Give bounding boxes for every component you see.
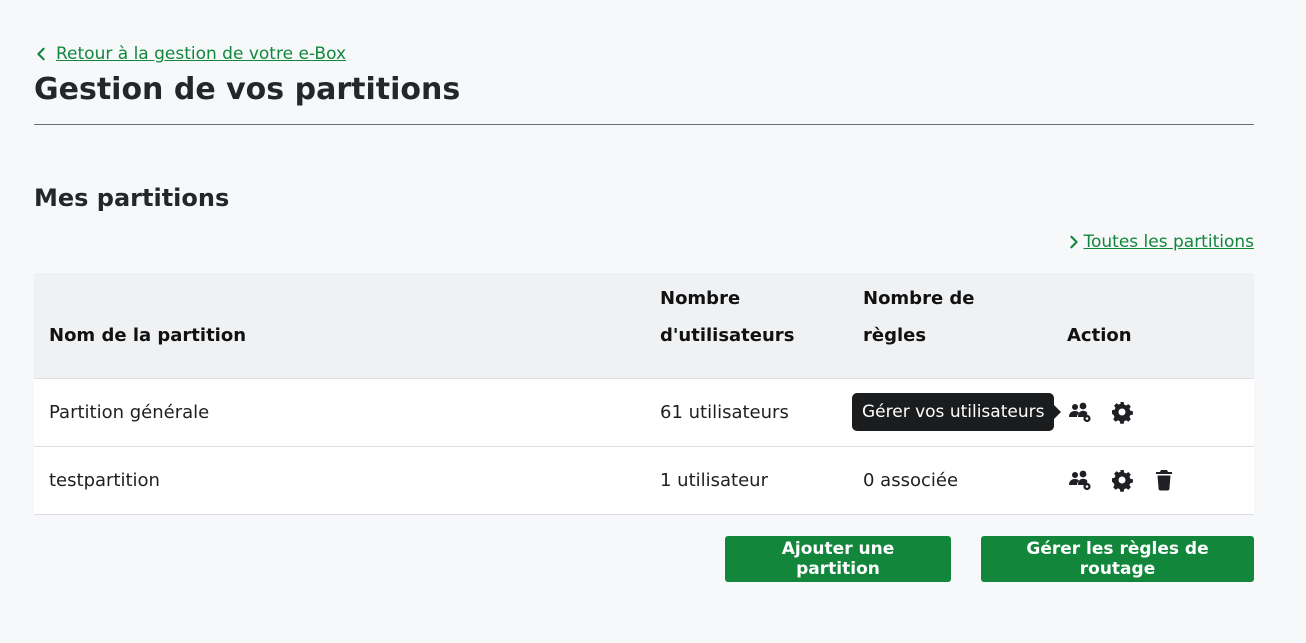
gear-icon[interactable] (1109, 467, 1135, 493)
manage-routing-rules-button[interactable]: Gérer les règles de routage (981, 536, 1254, 582)
partition-name-cell: testpartition (49, 469, 160, 491)
user-count-cell: 1 utilisateur (660, 469, 768, 491)
header-rule-count: Nombre de règles (863, 287, 975, 346)
manage-users-tooltip: Gérer vos utilisateurs (852, 393, 1062, 431)
chevron-right-icon (1070, 235, 1079, 249)
gear-icon[interactable] (1109, 399, 1135, 425)
header-user-count: Nombre d'utilisateurs (645, 273, 848, 378)
header-partition-name: Nom de la partition (49, 324, 247, 346)
page-title: Gestion de vos partitions (34, 72, 461, 107)
rule-count-cell: 0 associée (863, 469, 959, 491)
section-title: Mes partitions (34, 184, 230, 212)
row-actions (1067, 467, 1239, 493)
users-gear-icon[interactable] (1067, 399, 1093, 425)
add-partition-button[interactable]: Ajouter une partition (725, 536, 951, 582)
row-actions (1067, 399, 1239, 425)
header-user-count-line1: Nombre (660, 287, 741, 309)
header-action: Action (1067, 324, 1132, 346)
users-gear-icon[interactable] (1067, 467, 1093, 493)
table-row: testpartition 1 utilisateur 0 associée (34, 446, 1254, 514)
all-partitions-label[interactable]: Toutes les partitions (1083, 232, 1254, 252)
back-link[interactable]: Retour à la gestion de votre e-Box (34, 44, 346, 64)
trash-icon[interactable] (1151, 467, 1177, 493)
action-cell (1052, 446, 1254, 514)
title-divider (34, 124, 1254, 125)
back-link-label[interactable]: Retour à la gestion de votre e-Box (56, 44, 346, 64)
table-header-row: Nom de la partition Nombre d'utilisateurs… (34, 273, 1254, 378)
header-user-count-line2: d'utilisateurs (660, 324, 795, 346)
chevron-left-icon (37, 47, 45, 61)
user-count-cell: 61 utilisateurs (660, 401, 789, 423)
partition-name-cell: Partition générale (49, 401, 210, 423)
table-row: Partition générale 61 utilisateurs (34, 378, 1254, 446)
action-cell (1052, 378, 1254, 446)
partitions-table: Nom de la partition Nombre d'utilisateurs… (34, 273, 1254, 515)
all-partitions-link[interactable]: Toutes les partitions (1067, 232, 1254, 252)
